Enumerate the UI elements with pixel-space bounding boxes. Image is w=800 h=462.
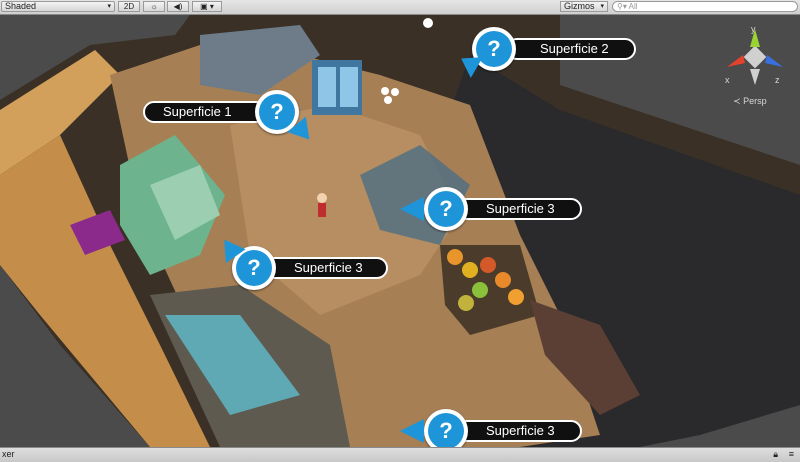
- callout-superficie-3-a[interactable]: Superficie 3 ?: [398, 187, 582, 231]
- gizmos-dropdown[interactable]: Gizmos ▾: [560, 1, 608, 12]
- chevron-down-icon: ▾: [600, 3, 604, 10]
- callout-superficie-3-b[interactable]: Superficie 3 ?: [214, 232, 388, 290]
- callout-superficie-1[interactable]: Superficie 1 ?: [143, 90, 319, 148]
- sun-icon: ☼: [150, 2, 158, 11]
- status-bar: xer 🔒︎ ≡: [0, 447, 800, 462]
- image-icon: ▣ ▾: [200, 2, 214, 11]
- search-icon: ⚲▾: [617, 2, 627, 11]
- question-icon: ?: [236, 250, 272, 286]
- scene-audio-button[interactable]: ◀): [167, 1, 189, 12]
- projection-toggle[interactable]: ≺ Persp: [733, 96, 767, 107]
- question-icon: ?: [428, 413, 464, 447]
- question-icon: ?: [428, 191, 464, 227]
- question-icon: ?: [476, 31, 512, 67]
- toggle-2d-button[interactable]: 2D: [118, 1, 140, 12]
- shading-mode-dropdown[interactable]: Shaded ▾: [1, 1, 115, 12]
- scene-lighting-button[interactable]: ☼: [143, 1, 165, 12]
- scene-orientation-gizmo[interactable]: y x z: [725, 24, 785, 87]
- toggle-2d-label: 2D: [123, 2, 135, 11]
- callout-label: Superficie 2: [506, 38, 636, 60]
- speaker-icon: ◀): [173, 2, 183, 11]
- lock-icon[interactable]: 🔒︎: [773, 448, 778, 461]
- level-render: [0, 15, 800, 447]
- projection-label: Persp: [743, 96, 767, 106]
- callout-label: Superficie 1: [143, 101, 273, 123]
- shading-mode-label: Shaded: [5, 1, 37, 11]
- callout-superficie-3-c[interactable]: Superficie 3 ?: [398, 409, 582, 447]
- hierarchy-search-field[interactable]: ⚲▾ All: [612, 1, 798, 12]
- status-text: xer: [2, 449, 15, 459]
- callout-badge: ?: [424, 187, 468, 231]
- scene-effects-button[interactable]: ▣ ▾: [192, 1, 222, 12]
- scene-toolbar: Shaded ▾ 2D ☼ ◀) ▣ ▾ Gizmos ▾ ⚲▾ All: [0, 0, 800, 15]
- question-icon: ?: [259, 94, 295, 130]
- search-placeholder: All: [628, 2, 638, 11]
- axis-x-label: x: [725, 75, 730, 85]
- gizmos-label: Gizmos: [564, 1, 595, 11]
- callout-pointer: [400, 419, 424, 443]
- scene-view[interactable]: y x z ≺ Persp Superficie 2 ? Superficie …: [0, 15, 800, 447]
- callout-label: Superficie 3: [258, 257, 388, 279]
- chevron-down-icon: ▾: [107, 3, 111, 10]
- axis-z-label: z: [775, 75, 780, 85]
- callout-badge: ?: [472, 27, 516, 71]
- menu-icon[interactable]: ≡: [789, 448, 794, 461]
- axis-y-label: y: [751, 24, 756, 34]
- callout-pointer: [400, 197, 424, 221]
- callout-superficie-2[interactable]: Superficie 2 ?: [455, 27, 636, 78]
- callout-badge: ?: [424, 409, 468, 447]
- perspective-icon: ≺: [733, 96, 741, 106]
